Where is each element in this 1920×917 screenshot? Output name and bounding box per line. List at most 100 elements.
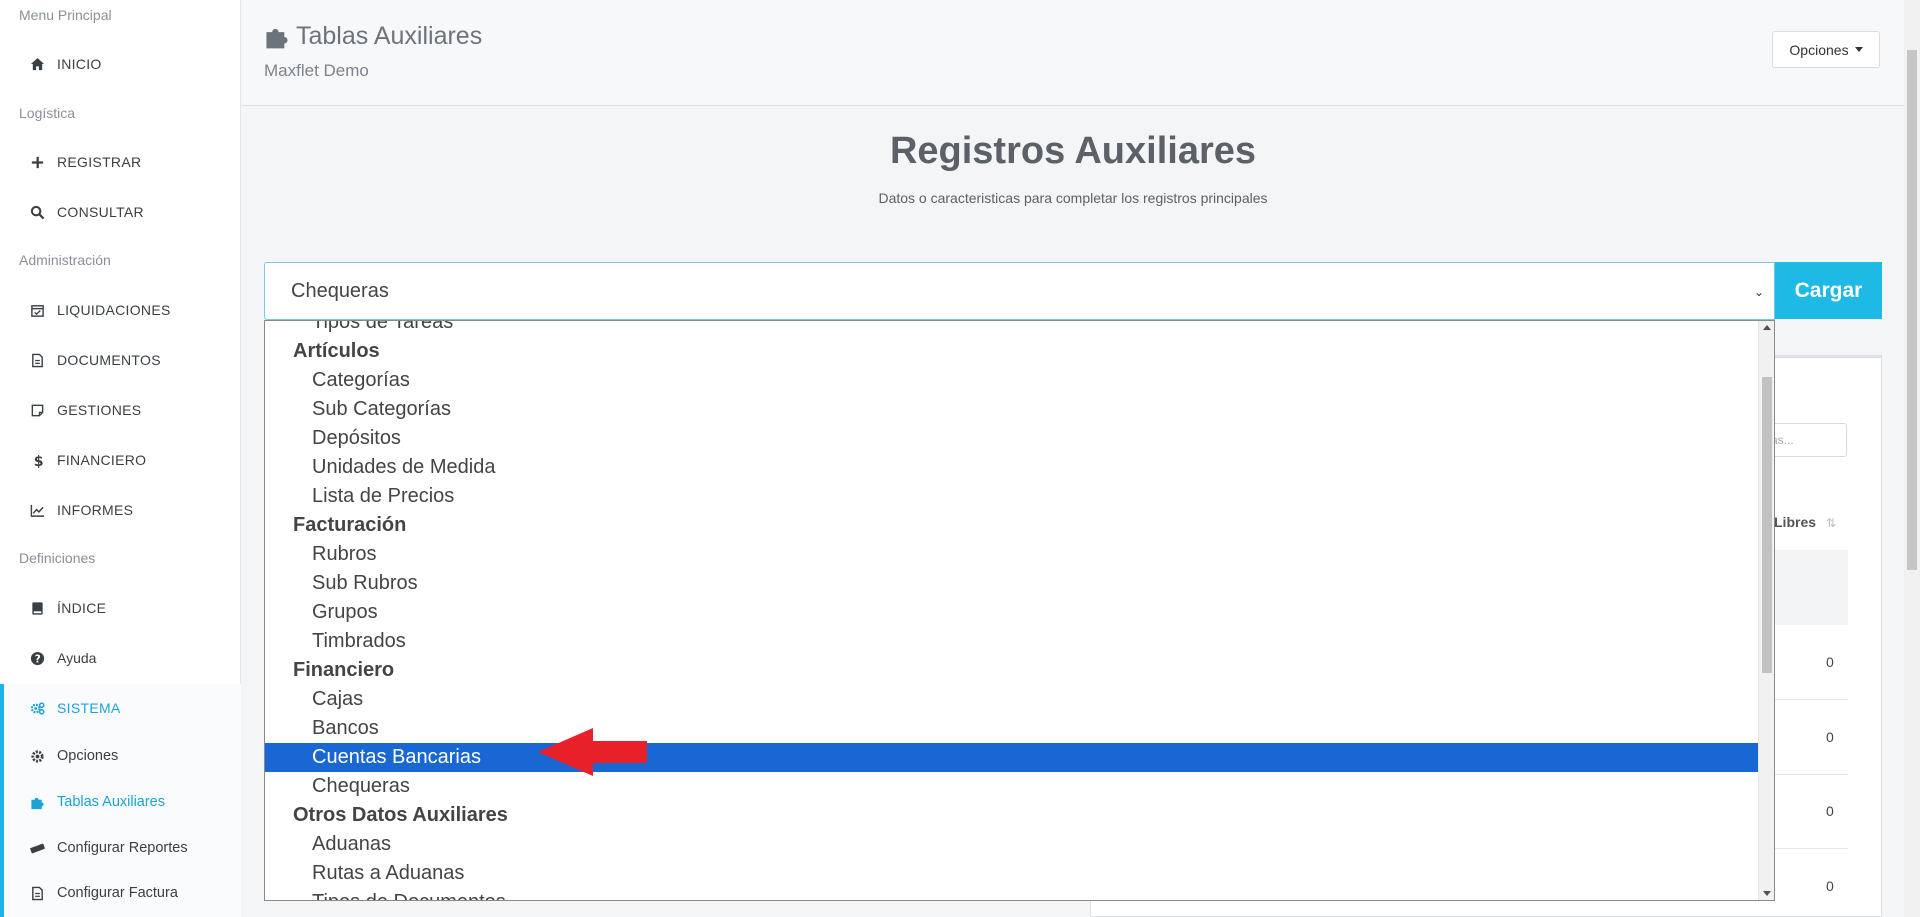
- invoice-icon: [29, 885, 45, 901]
- ruler-icon: [29, 840, 45, 856]
- options-label: Opciones: [1789, 41, 1849, 58]
- sidebar-item-documentos[interactable]: DOCUMENTOS: [0, 340, 241, 380]
- table-cell: 0: [1826, 803, 1834, 819]
- dropdown-option[interactable]: Rutas a Aduanas: [265, 859, 1759, 888]
- sidebar-item-registrar[interactable]: REGISTRAR: [0, 142, 241, 182]
- svg-text:$: $: [33, 454, 43, 468]
- load-button[interactable]: Cargar: [1775, 262, 1882, 319]
- sidebar-item-indice[interactable]: ÍNDICE: [0, 588, 241, 628]
- table-cell: 0: [1826, 729, 1834, 745]
- dropdown-option[interactable]: Timbrados: [265, 627, 1759, 656]
- sidebar-item-sistema[interactable]: SISTEMA: [0, 688, 241, 728]
- dropdown-group-label: Financiero: [293, 659, 395, 681]
- sidebar-item-configurar-reportes[interactable]: Configurar Reportes: [0, 828, 241, 868]
- puzzle-icon: [29, 794, 45, 810]
- dropdown-option[interactable]: Sub Categorías: [265, 395, 1759, 424]
- dropdown-option[interactable]: Chequeras: [265, 772, 1759, 801]
- dropdown-options: Tipos de Tareas Artículos Categorías Sub…: [265, 321, 1759, 900]
- dropdown-option[interactable]: Rubros: [265, 540, 1759, 569]
- table-cell: 0: [1826, 878, 1834, 894]
- sidebar-item-label: SISTEMA: [57, 700, 121, 716]
- question-circle-icon: ?: [29, 650, 45, 666]
- sidebar-item-label: Opciones: [57, 748, 119, 764]
- book-icon: [29, 600, 45, 616]
- dropdown-option[interactable]: Sub Rubros: [265, 569, 1759, 598]
- sidebar-item-configurar-factura[interactable]: Configurar Factura: [0, 873, 241, 913]
- chart-line-icon: [29, 502, 45, 518]
- dropdown-group-label: Artículos: [293, 340, 380, 362]
- sidebar-item-label: INICIO: [57, 56, 102, 72]
- sidebar-section-logistica: Logística: [19, 105, 76, 121]
- page-title: Registros Auxiliares: [889, 130, 1257, 172]
- dropdown-option[interactable]: Aduanas: [265, 830, 1759, 859]
- dropdown-scrollbar-thumb[interactable]: [1762, 377, 1772, 673]
- sidebar-item-consultar[interactable]: CONSULTAR: [0, 192, 241, 232]
- dropdown-option[interactable]: Tipos de Documentos: [265, 888, 1759, 900]
- table-select[interactable]: Chequeras ⌄: [264, 262, 1775, 320]
- page-header: Tablas Auxiliares Maxflet Demo Opciones: [242, 0, 1904, 106]
- puzzle-icon: [266, 28, 288, 48]
- sidebar-item-ayuda[interactable]: ? Ayuda: [0, 638, 241, 678]
- annotation-arrow-icon: [538, 728, 647, 776]
- dropdown-option[interactable]: Bancos: [265, 714, 1759, 743]
- dropdown-option[interactable]: Categorías: [265, 366, 1759, 395]
- dropdown-option[interactable]: Tipos de Tareas: [265, 321, 1759, 337]
- sidebar-item-label: Ayuda: [57, 650, 97, 666]
- sort-icon[interactable]: ⇅: [1826, 516, 1836, 530]
- sidebar-item-financiero[interactable]: $ FINANCIERO: [0, 440, 241, 480]
- sidebar-section-admin: Administración: [19, 252, 111, 268]
- calendar-check-icon: [29, 302, 45, 318]
- sidebar-item-label: REGISTRAR: [57, 154, 142, 170]
- sidebar-item-label: ÍNDICE: [57, 600, 107, 616]
- document-icon: [29, 352, 45, 368]
- sidebar-item-label: CONSULTAR: [57, 204, 144, 220]
- sidebar-item-liquidaciones[interactable]: LIQUIDACIONES: [0, 290, 241, 330]
- sidebar-item-gestiones[interactable]: GESTIONES: [0, 390, 241, 430]
- scroll-down-icon[interactable]: [1763, 891, 1771, 896]
- sidebar: Menu Principal INICIO Logística REGISTRA…: [0, 0, 241, 917]
- dropdown-option[interactable]: Lista de Precios: [265, 482, 1759, 511]
- scroll-up-icon[interactable]: [1763, 325, 1771, 330]
- sidebar-item-label: LIQUIDACIONES: [57, 302, 171, 318]
- page-scrollbar[interactable]: [1904, 0, 1920, 917]
- sidebar-item-label: INFORMES: [57, 502, 134, 518]
- dollar-icon: $: [29, 452, 45, 468]
- sidebar-section-defs: Definiciones: [19, 550, 96, 566]
- sidebar-item-label: DOCUMENTOS: [57, 352, 161, 368]
- dropdown-scrollbar[interactable]: [1758, 321, 1774, 900]
- sidebar-item-opciones[interactable]: Opciones: [0, 736, 241, 776]
- sidebar-item-label: GESTIONES: [57, 402, 142, 418]
- dropdown-group-label: Facturación: [293, 514, 407, 536]
- page-header-title: Tablas Auxiliares: [264, 22, 482, 51]
- options-dropdown-button[interactable]: Opciones: [1772, 31, 1880, 68]
- page-header-subtitle: Maxflet Demo: [264, 61, 369, 80]
- home-icon: [29, 56, 45, 72]
- dropdown-option[interactable]: Grupos: [265, 598, 1759, 627]
- sidebar-item-inicio[interactable]: INICIO: [0, 44, 241, 84]
- dropdown-option-selected[interactable]: Cuentas Bancarias: [265, 743, 1759, 772]
- dropdown-option[interactable]: Unidades de Medida: [265, 453, 1759, 482]
- sticky-note-icon: [29, 402, 45, 418]
- select-dropdown-list[interactable]: Tipos de Tareas Artículos Categorías Sub…: [264, 320, 1775, 901]
- sidebar-item-label: FINANCIERO: [57, 452, 147, 468]
- page-description: Datos o caracteristicas para completar l…: [878, 190, 1268, 206]
- table-cell: 0: [1826, 654, 1834, 670]
- table-search-input[interactable]: as...: [1764, 423, 1847, 457]
- gear-icon: [29, 748, 45, 764]
- caret-down-icon: [1854, 47, 1863, 52]
- select-value: Chequeras: [291, 279, 389, 302]
- sidebar-item-label: Configurar Factura: [57, 885, 178, 901]
- page-header-title-text: Tablas Auxiliares: [296, 22, 483, 50]
- sidebar-item-tablas-auxiliares[interactable]: Tablas Auxiliares: [0, 782, 241, 822]
- sidebar-item-informes[interactable]: INFORMES: [0, 490, 241, 530]
- dropdown-option[interactable]: Depósitos: [265, 424, 1759, 453]
- sidebar-item-label: Tablas Auxiliares: [57, 794, 165, 810]
- sidebar-item-label: Configurar Reportes: [57, 840, 188, 856]
- dropdown-option[interactable]: Cajas: [265, 685, 1759, 714]
- svg-text:?: ?: [34, 653, 40, 665]
- table-column-header[interactable]: Libres: [1774, 514, 1816, 530]
- page-scrollbar-thumb[interactable]: [1907, 50, 1917, 570]
- dropdown-group-label: Otros Datos Auxiliares: [293, 804, 508, 826]
- chevron-down-icon: ⌄: [1753, 285, 1764, 299]
- plus-icon: [29, 154, 45, 170]
